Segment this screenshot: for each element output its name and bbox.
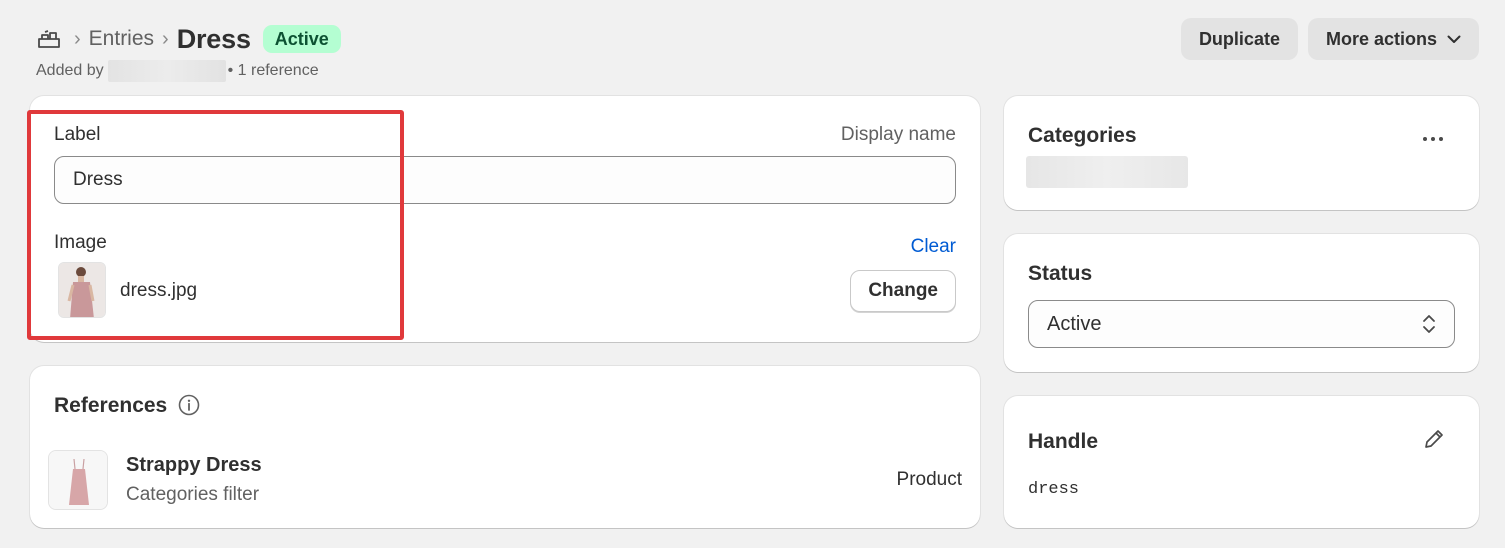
label-field-hint: Display name <box>840 124 956 145</box>
references-card: References Strappy Dress Categories filt… <box>30 366 980 528</box>
info-icon[interactable] <box>178 394 200 421</box>
status-badge: Active <box>262 25 341 53</box>
status-card: Status Active <box>1004 234 1479 372</box>
more-actions-label: More actions <box>1325 28 1437 49</box>
breadcrumb: › Entries › Dress Active <box>36 24 341 54</box>
product-thumbnail <box>48 450 108 510</box>
handle-title: Handle <box>1028 430 1099 453</box>
edit-pencil-icon[interactable] <box>1423 428 1445 455</box>
status-select[interactable]: Active <box>1028 300 1455 348</box>
status-title: Status <box>1028 262 1093 285</box>
page-title: Dress <box>176 23 251 54</box>
redacted-author <box>107 60 226 82</box>
header-actions: Duplicate More actions <box>1180 18 1479 60</box>
handle-card: Handle dress <box>1004 396 1479 528</box>
highlight-box <box>27 110 404 340</box>
categories-card: Categories <box>1004 96 1479 210</box>
references-title: References <box>54 394 168 417</box>
chevron-right-icon: › <box>162 28 169 50</box>
references-count: • 1 reference <box>227 62 319 79</box>
select-arrows-icon <box>1422 313 1436 341</box>
duplicate-button[interactable]: Duplicate <box>1180 18 1298 60</box>
more-actions-button[interactable]: More actions <box>1307 18 1479 60</box>
metaobject-icon[interactable] <box>36 28 62 50</box>
reference-name: Strappy Dress <box>126 454 262 476</box>
reference-subtitle: Categories filter <box>126 484 260 505</box>
clear-image-link[interactable]: Clear <box>911 236 956 258</box>
redacted-categories <box>1026 156 1188 188</box>
handle-value: dress <box>1028 480 1080 499</box>
more-options-icon[interactable] <box>1421 130 1445 148</box>
page-header: › Entries › Dress Active Added by • 1 re… <box>36 18 1479 88</box>
change-image-button[interactable]: Change <box>850 270 956 312</box>
categories-title: Categories <box>1028 124 1137 147</box>
chevron-down-icon <box>1447 35 1461 44</box>
chevron-right-icon: › <box>74 28 81 50</box>
breadcrumb-entries-link[interactable]: Entries <box>89 27 154 51</box>
reference-type: Product <box>896 469 962 490</box>
page-subtitle: Added by • 1 reference <box>36 60 319 82</box>
added-by-label: Added by <box>36 62 104 79</box>
status-select-value: Active <box>1047 312 1102 335</box>
